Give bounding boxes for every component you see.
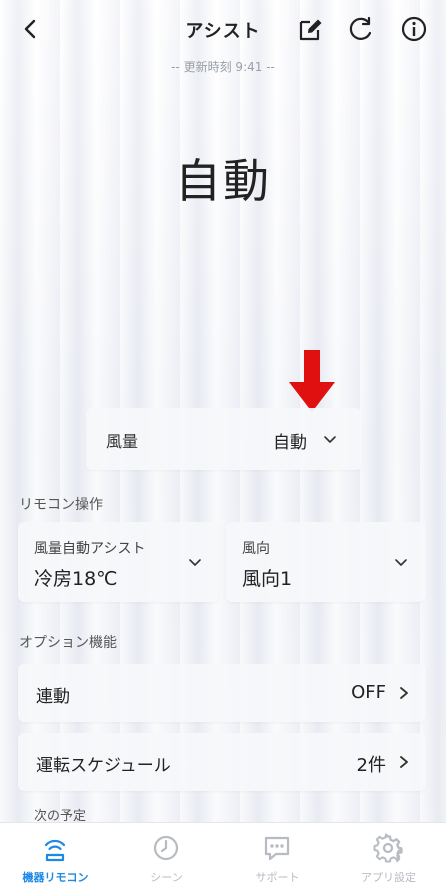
schedule-value: 2件 [356,755,386,776]
schedule-row[interactable]: 運転スケジュール 2件 [18,733,426,791]
chevron-right-icon [400,756,408,768]
chevron-right-icon [400,687,408,699]
tab-scene-label: シーン [150,871,183,884]
edit-icon [299,19,322,41]
fan-speed-selector[interactable]: 風量 自動 [86,408,362,470]
tab-support[interactable]: サポート [222,823,333,889]
link-row[interactable]: 連動 OFF [18,664,426,722]
info-icon [401,16,427,42]
chevron-down-icon [395,559,407,566]
wind-direction-label: 風向 [242,541,270,557]
option-section-title: オプション機能 [19,635,117,651]
chevron-down-icon [324,436,336,443]
tab-app-settings[interactable]: アプリ設定 [333,823,444,889]
link-value: OFF [351,682,386,703]
current-mode: 自動 [175,154,271,208]
tab-scene[interactable]: シーン [111,823,222,889]
tab-remote-label: 機器リモコン [22,871,89,884]
tab-support-label: サポート [255,871,300,884]
fan-speed-label: 風量 [106,432,139,451]
wind-direction-value: 風向1 [242,568,293,590]
remote-icon [44,839,66,862]
tab-app-settings-label: アプリ設定 [361,871,416,884]
fan-assist-label: 風量自動アシスト [34,541,146,557]
fan-speed-value: 自動 [273,433,307,453]
info-button[interactable] [399,14,429,44]
link-label: 連動 [36,687,70,707]
refresh-icon [349,16,372,40]
tab-bar: 機器リモコン シーン サポート アプリ設定 [0,822,446,889]
chevron-down-icon [189,559,201,566]
chat-icon [264,836,290,861]
header: アシスト [0,0,446,58]
schedule-label: 運転スケジュール [36,756,171,776]
gear-icon [373,833,403,863]
remote-section-title: リモコン操作 [19,497,103,513]
wind-direction-card[interactable]: 風向 風向1 [226,522,426,602]
page-title: アシスト [185,21,261,42]
tab-remote[interactable]: 機器リモコン [0,823,111,889]
update-time: -- 更新時刻 9:41 -- [171,60,275,74]
clock-icon [153,835,179,861]
edit-button[interactable] [296,14,326,44]
refresh-button[interactable] [346,14,376,44]
fan-assist-value: 冷房18℃ [34,568,118,590]
arrow-down-icon [289,350,335,412]
fan-assist-card[interactable]: 風量自動アシスト 冷房18℃ [18,522,219,602]
